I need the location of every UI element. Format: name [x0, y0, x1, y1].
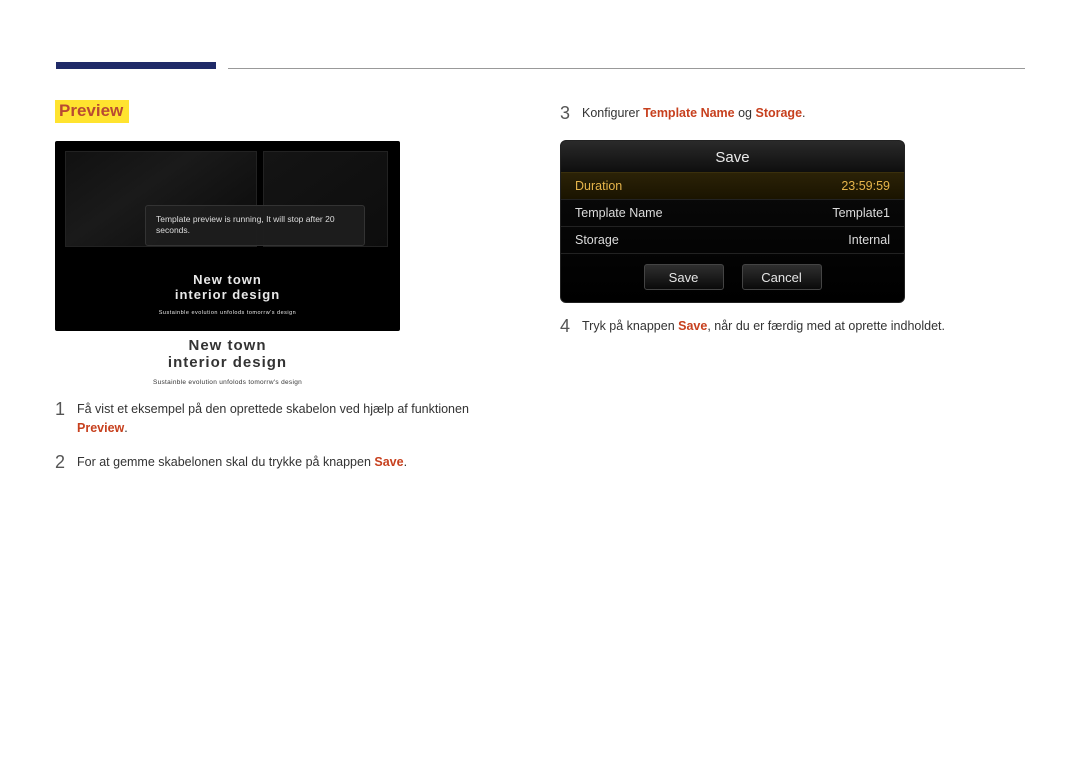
step-1-suffix: . [124, 421, 127, 435]
keyword-save: Save [678, 319, 707, 333]
value-duration: 23:59:59 [841, 179, 890, 193]
step-3-prefix: Konfigurer [582, 106, 643, 120]
step-number: 1 [55, 396, 77, 439]
step-1: 1 Få vist et eksempel på den oprettede s… [55, 396, 500, 439]
section-heading-preview: Preview [55, 100, 129, 123]
row-template-name[interactable]: Template Name Template1 [561, 199, 904, 226]
cancel-button[interactable]: Cancel [742, 264, 822, 290]
step-number: 3 [560, 100, 582, 128]
step-2-suffix: . [404, 455, 407, 469]
step-2: 2 For at gemme skabelonen skal du trykke… [55, 449, 500, 477]
value-storage: Internal [848, 233, 890, 247]
caption-line1: New town [55, 337, 400, 354]
save-dialog-title: Save [561, 141, 904, 172]
save-dialog: Save Duration 23:59:59 Template Name Tem… [560, 140, 905, 303]
preview-title-line2: interior design [175, 287, 280, 302]
label-template-name: Template Name [575, 206, 663, 220]
step-4-text: Tryk på knappen Save, når du er færdig m… [582, 313, 945, 341]
caption-line2: interior design [55, 354, 400, 371]
keyword-storage: Storage [755, 106, 802, 120]
step-1-prefix: Få vist et eksempel på den oprettede ska… [77, 402, 469, 416]
step-4-prefix: Tryk på knappen [582, 319, 678, 333]
save-button[interactable]: Save [644, 264, 724, 290]
step-2-text: For at gemme skabelonen skal du trykke p… [77, 449, 407, 477]
step-3-text: Konfigurer Template Name og Storage. [582, 100, 806, 128]
dialog-button-row: Save Cancel [561, 253, 904, 302]
preview-screenshot: Template preview is running, It will sto… [55, 141, 400, 331]
keyword-template-name: Template Name [643, 106, 734, 120]
step-1-text: Få vist et eksempel på den oprettede ska… [77, 396, 500, 439]
preview-title-line1: New town [193, 272, 262, 287]
value-template-name: Template1 [832, 206, 890, 220]
label-duration: Duration [575, 179, 622, 193]
step-3-mid: og [735, 106, 756, 120]
step-number: 4 [560, 313, 582, 341]
preview-subtitle: Sustainble evolution unfolods tomorrw's … [159, 310, 296, 316]
keyword-save: Save [374, 455, 403, 469]
step-number: 2 [55, 449, 77, 477]
caption-subtitle: Sustainble evolution unfolods tomorrw's … [55, 379, 400, 386]
header-accent-bar [56, 62, 216, 69]
step-4: 4 Tryk på knappen Save, når du er færdig… [560, 313, 1005, 341]
step-4-suffix: , når du er færdig med at oprette indhol… [707, 319, 945, 333]
step-3-suffix: . [802, 106, 805, 120]
preview-lower-text-area: New town interior design Sustainble evol… [55, 256, 400, 331]
step-2-prefix: For at gemme skabelonen skal du trykke p… [77, 455, 374, 469]
preview-caption-block: New town interior design Sustainble evol… [55, 337, 400, 386]
step-3: 3 Konfigurer Template Name og Storage. [560, 100, 1005, 128]
row-storage[interactable]: Storage Internal [561, 226, 904, 253]
row-duration[interactable]: Duration 23:59:59 [561, 172, 904, 199]
preview-toast-message: Template preview is running, It will sto… [145, 205, 365, 246]
label-storage: Storage [575, 233, 619, 247]
keyword-preview: Preview [77, 421, 124, 435]
header-divider [228, 68, 1025, 69]
